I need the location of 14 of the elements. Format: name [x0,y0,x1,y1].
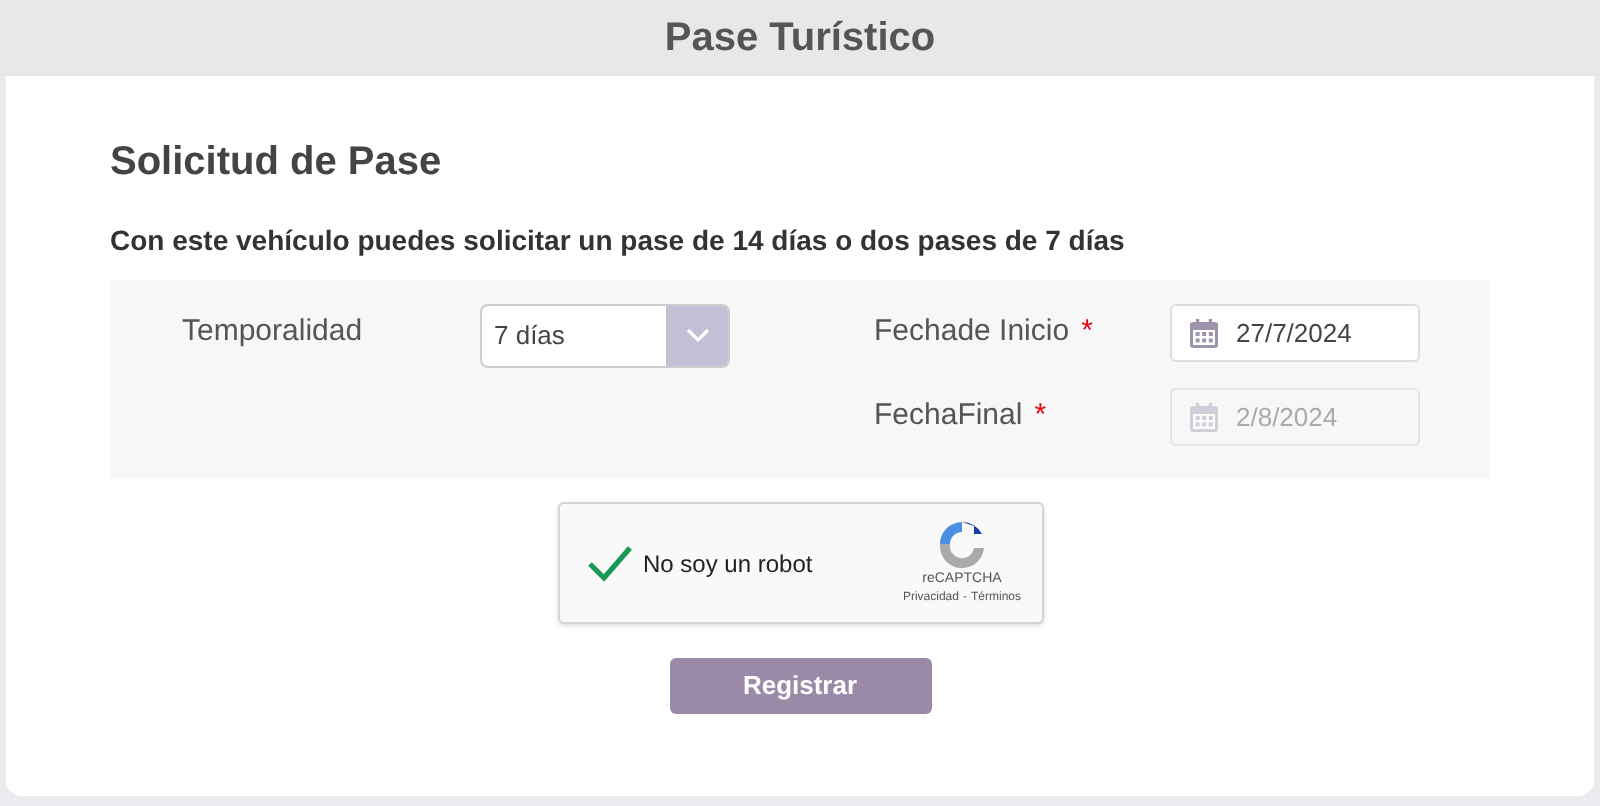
field-label: Fechade Inicio [874,312,1070,352]
captcha-label: No soy un robot [643,547,815,581]
field-label: FechaFinal [874,396,1023,436]
date-field[interactable]: 27/7/2024 [1170,304,1420,362]
calendar-icon [1188,401,1220,433]
calendar-icon [1188,317,1220,349]
chevron-down-icon [666,306,728,366]
required-mark: * [1034,396,1047,436]
form-title: Solicitud de Pase [110,138,442,188]
period-select[interactable]: 7 días [480,304,730,368]
form-description: Con este vehículo puedes solicitar un pase de 14 días o dos pases de 7 días [110,222,1125,260]
required-mark: * [1081,312,1093,352]
field-label: Temporalidad [182,312,365,352]
page-title: Pase Turístico [664,14,936,64]
